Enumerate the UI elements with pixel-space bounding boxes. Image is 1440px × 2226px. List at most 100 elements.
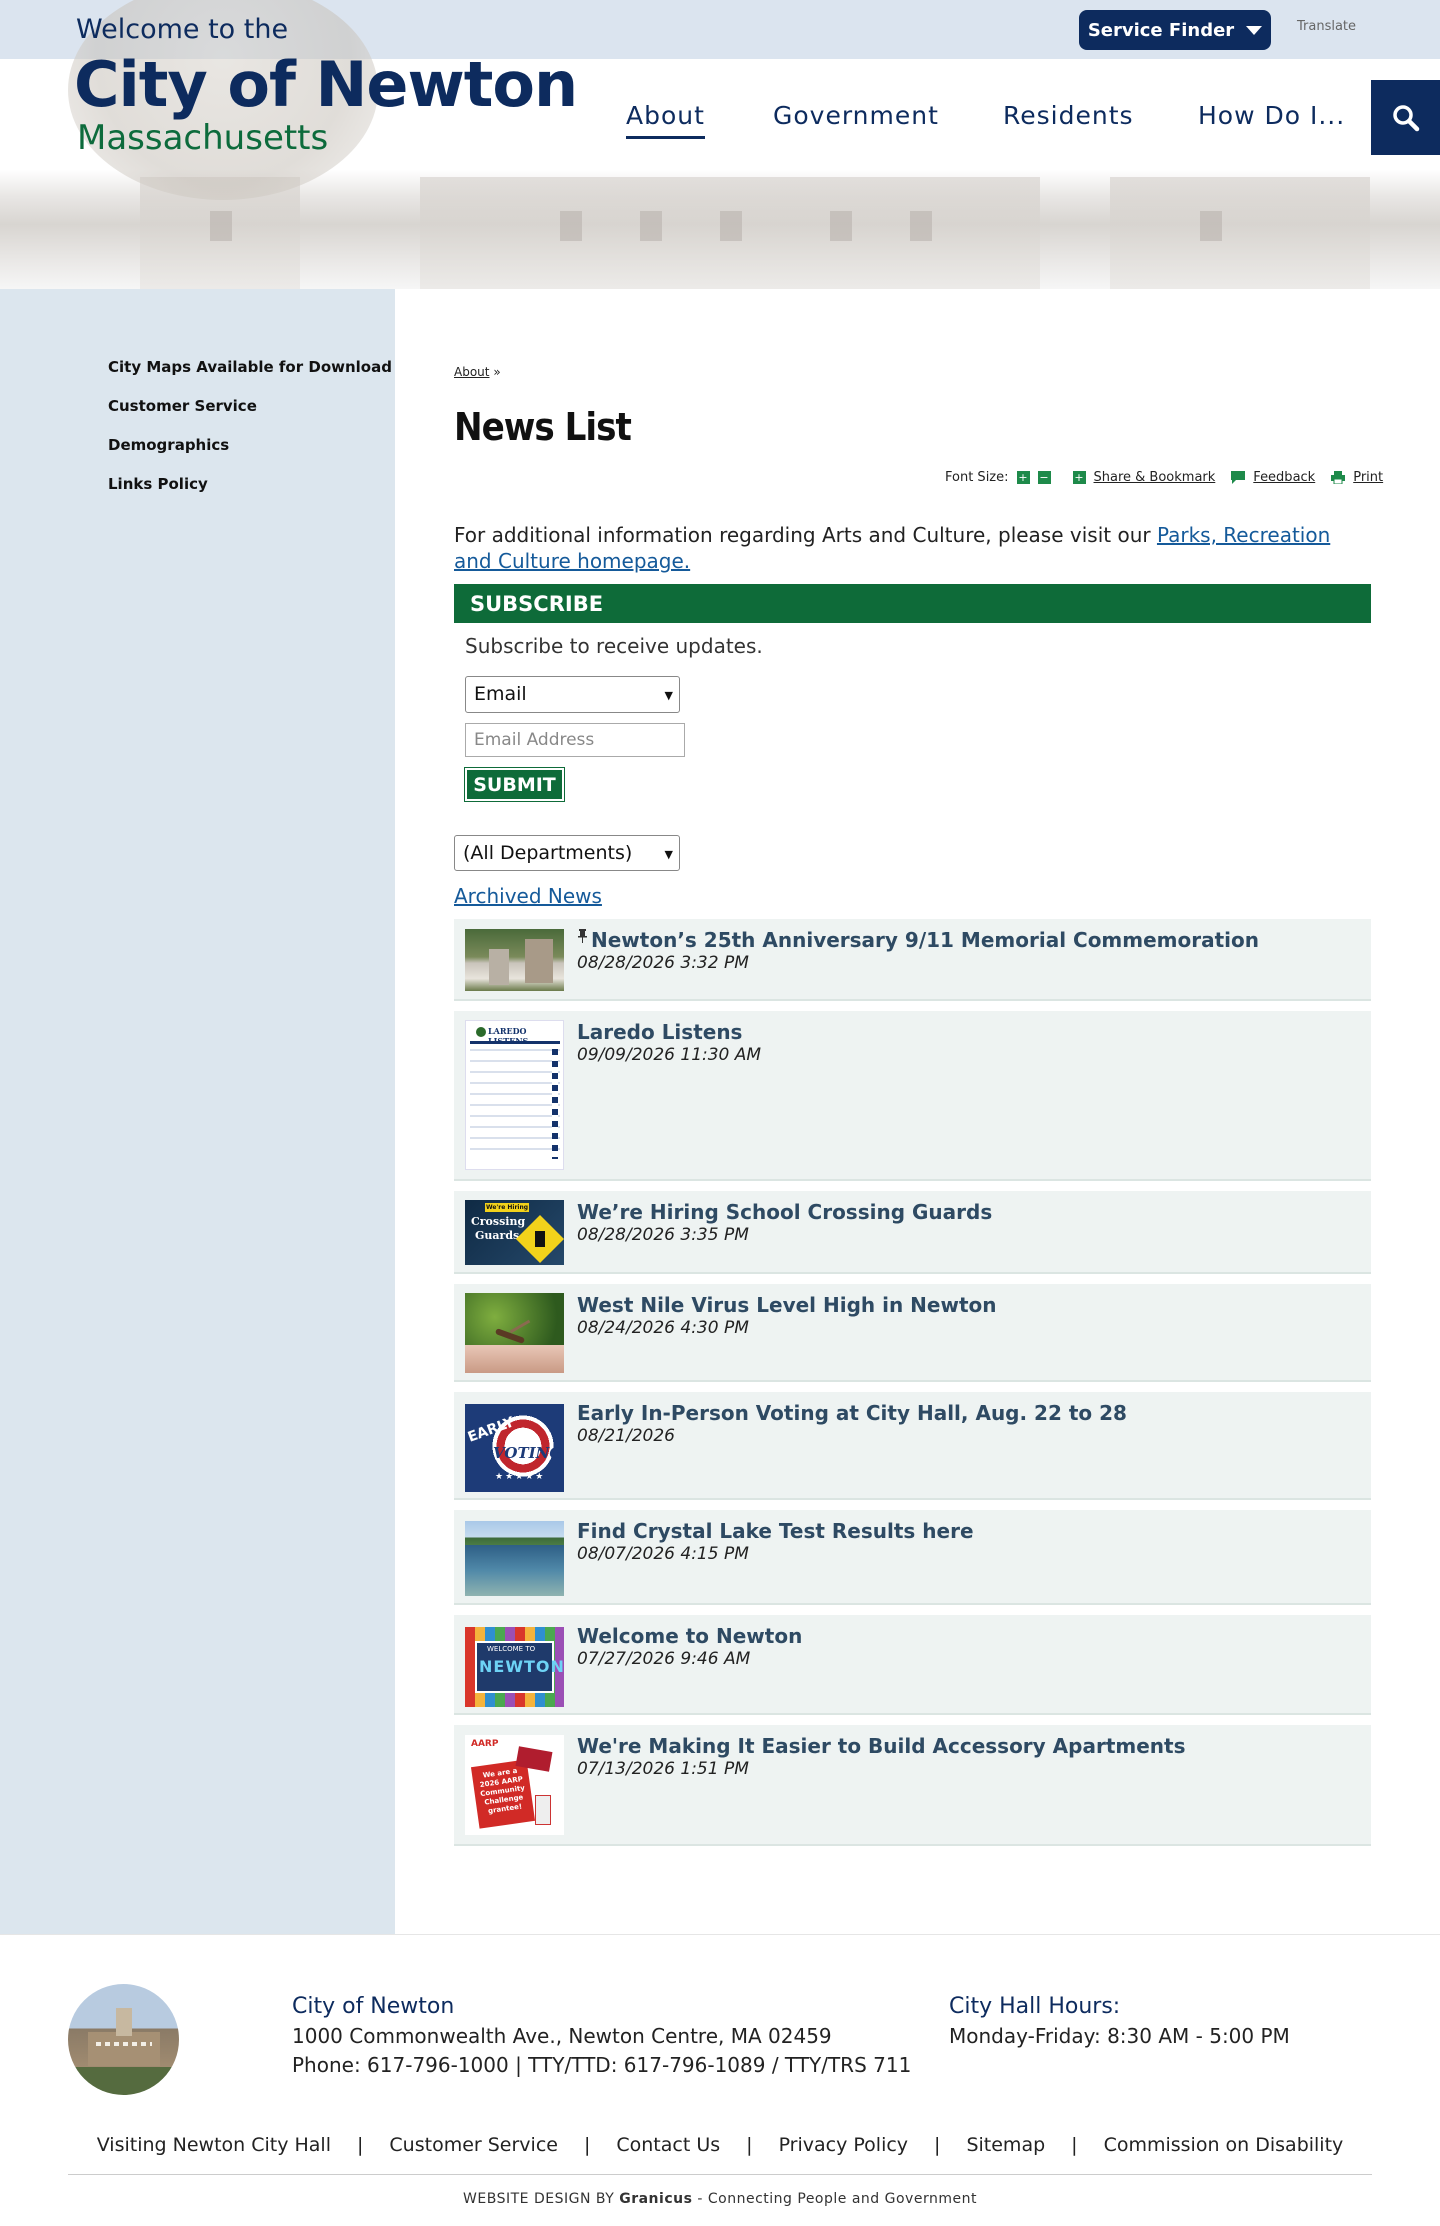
news-date: 09/09/2026 11:30 AM (577, 1045, 762, 1065)
feedback-link[interactable]: Feedback (1253, 470, 1315, 485)
subscribe-type-select[interactable]: Email ▼ (465, 676, 680, 713)
window-shape (1200, 211, 1222, 241)
news-title[interactable]: West Nile Virus Level High in Newton (577, 1293, 996, 1317)
news-thumbnail-laredo: LAREDO LISTENS (465, 1020, 564, 1170)
window-shape (830, 211, 852, 241)
breadcrumb-about[interactable]: About (454, 365, 489, 379)
sidebar-item-links-policy[interactable]: Links Policy (108, 475, 208, 493)
welcome-small-text: WELCOME TO (487, 1645, 536, 1653)
subscribe-heading: SUBSCRIBE (454, 584, 1371, 623)
share-bookmark-link[interactable]: Share & Bookmark (1094, 470, 1216, 485)
sidebar-item-customer-service[interactable]: Customer Service (108, 397, 257, 415)
sidebar-item-city-maps[interactable]: City Maps Available for Download (108, 358, 392, 376)
news-title[interactable]: Welcome to Newton (577, 1624, 802, 1648)
city-name-logo[interactable]: City of Newton (74, 48, 578, 121)
sidebar (0, 289, 395, 1934)
sidebar-item-demographics[interactable]: Demographics (108, 436, 229, 454)
guards-text: Guards (475, 1229, 520, 1242)
newton-big-text: NEWTON (479, 1657, 564, 1676)
footer-link-contact[interactable]: Contact Us (616, 2134, 720, 2156)
footer (0, 1934, 1440, 2226)
tower-shape (116, 2008, 132, 2036)
print-icon (1331, 471, 1346, 484)
page-title: News List (454, 405, 632, 449)
footer-hours-title: City Hall Hours: (949, 1994, 1121, 2019)
footer-hours: Monday-Friday: 8:30 AM - 5:00 PM (949, 2024, 1290, 2048)
news-title[interactable]: Newton’s 25th Anniversary 9/11 Memorial … (591, 928, 1259, 952)
translate-link[interactable]: Translate (1297, 19, 1356, 34)
window-shape (640, 211, 662, 241)
skin-shape (465, 1345, 564, 1373)
news-item[interactable]: West Nile Virus Level High in Newton 08/… (454, 1284, 1371, 1382)
footer-city-name: City of Newton (292, 1994, 455, 2019)
news-item[interactable]: EARLY VOTING ★★★★★ Early In-Person Votin… (454, 1392, 1371, 1500)
footer-link-separator: | (357, 2134, 364, 2156)
city-hall-image (68, 1984, 179, 2095)
footer-link-disability[interactable]: Commission on Disability (1104, 2134, 1344, 2156)
crossing-text: Crossing (471, 1215, 526, 1228)
print-link[interactable]: Print (1353, 470, 1383, 485)
subscribe-type-value: Email (474, 683, 527, 705)
news-thumbnail-memorial (465, 929, 564, 991)
news-item[interactable]: Newton’s 25th Anniversary 9/11 Memorial … (454, 919, 1371, 1001)
intro-text: For additional information regarding Art… (454, 522, 1359, 574)
news-item[interactable]: LAREDO LISTENS Laredo Listens 09/09/2026… (454, 1011, 1371, 1181)
submit-button[interactable]: SUBMIT (464, 767, 565, 802)
department-filter-select[interactable]: (All Departments) ▼ (454, 835, 680, 871)
header-rule (470, 1041, 560, 1044)
news-item[interactable]: WELCOME TO NEWTON Welcome to Newton 07/2… (454, 1615, 1371, 1715)
news-title[interactable]: Early In-Person Voting at City Hall, Aug… (577, 1401, 1127, 1425)
footer-link-customer-service[interactable]: Customer Service (389, 2134, 558, 2156)
footer-address: 1000 Commonwealth Ave., Newton Centre, M… (292, 2024, 832, 2048)
seal-shape (476, 1027, 486, 1037)
news-thumbnail-crystal-lake (465, 1521, 564, 1596)
hiring-tag: We're Hiring (485, 1203, 529, 1212)
footer-link-sitemap[interactable]: Sitemap (966, 2134, 1045, 2156)
nav-government[interactable]: Government (773, 101, 939, 130)
news-item[interactable]: AARP We are a 2026 AARP Community Challe… (454, 1725, 1371, 1846)
chevron-down-icon: ▼ (664, 848, 673, 861)
credit-prefix: WEBSITE DESIGN BY (463, 2191, 620, 2207)
state-name: Massachusetts (77, 118, 329, 158)
stars-decoration: ★★★★★ (495, 1472, 546, 1482)
service-finder-button[interactable]: Service Finder (1079, 10, 1271, 50)
news-item[interactable]: Find Crystal Lake Test Results here 08/0… (454, 1510, 1371, 1605)
granicus-link[interactable]: Granicus (619, 2191, 692, 2207)
footer-links: Visiting Newton City Hall | Customer Servi… (0, 2134, 1440, 2156)
news-thumbnail-welcome-newton: WELCOME TO NEWTON (465, 1627, 564, 1707)
aarp-logo-text: AARP (471, 1739, 499, 1749)
chevron-down-icon: ▼ (664, 689, 673, 702)
window-shape (210, 211, 232, 241)
archived-news-link[interactable]: Archived News (454, 884, 602, 908)
pin-icon (578, 929, 587, 943)
news-date: 08/28/2026 3:32 PM (577, 953, 749, 973)
news-title[interactable]: Laredo Listens (577, 1020, 742, 1044)
windows-shape (96, 2042, 152, 2046)
figure-shape (535, 1795, 551, 1825)
share-icon: + (1072, 471, 1086, 484)
footer-link-privacy[interactable]: Privacy Policy (779, 2134, 908, 2156)
caret-down-icon (1246, 25, 1263, 35)
font-decrease-icon[interactable]: − (1037, 471, 1051, 484)
breadcrumb: About » (454, 365, 501, 379)
feedback-icon (1231, 471, 1246, 484)
font-size-label: Font Size: (945, 470, 1009, 485)
nav-how-do-i[interactable]: How Do I... (1198, 101, 1345, 130)
email-address-input[interactable]: Email Address (465, 723, 685, 757)
news-thumbnail-early-voting: EARLY VOTING ★★★★★ (465, 1404, 564, 1492)
news-thumbnail-crossing-guards: We're Hiring Crossing Guards (465, 1200, 564, 1265)
welcome-text: Welcome to the (76, 14, 289, 45)
news-title[interactable]: Find Crystal Lake Test Results here (577, 1519, 974, 1543)
nav-about[interactable]: About (626, 101, 705, 139)
credit-suffix: - Connecting People and Government (692, 2191, 977, 2207)
footer-link-visiting[interactable]: Visiting Newton City Hall (97, 2134, 331, 2156)
news-date: 08/24/2026 4:30 PM (577, 1318, 749, 1338)
news-item[interactable]: We're Hiring Crossing Guards We’re Hirin… (454, 1191, 1371, 1274)
font-increase-icon[interactable]: + (1016, 471, 1030, 484)
news-title[interactable]: We’re Hiring School Crossing Guards (577, 1200, 992, 1224)
news-title[interactable]: We're Making It Easier to Build Accessor… (577, 1734, 1186, 1758)
nav-residents[interactable]: Residents (1003, 101, 1134, 130)
breadcrumb-separator: » (493, 365, 501, 379)
search-button[interactable] (1371, 80, 1440, 155)
voting-text: VOTING (493, 1444, 563, 1462)
